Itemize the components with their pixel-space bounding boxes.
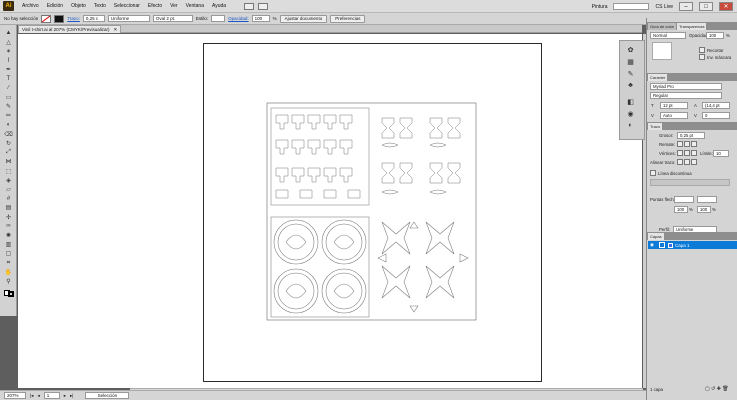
color-panel-icon[interactable]: ✿ (625, 45, 636, 54)
transparency-tabs: Guía de color Transparencia (647, 22, 737, 30)
transparency-opacity-field[interactable]: 100 (706, 32, 724, 39)
dash-fields[interactable] (650, 179, 730, 186)
stroke-weight-label: Grosor: (659, 133, 674, 138)
layers-panel-icon[interactable]: ◐ (625, 121, 636, 130)
align-outside-button[interactable] (691, 159, 697, 165)
font-size-icon: T (651, 103, 654, 108)
layer-color-swatch (668, 242, 673, 248)
release-checkbox[interactable] (699, 47, 705, 53)
miter-join-button[interactable] (677, 150, 683, 156)
ring-pattern[interactable] (270, 216, 370, 318)
first-artboard-icon[interactable]: |◂ (30, 393, 33, 399)
leading-field[interactable]: (14,4 pt (702, 102, 730, 109)
panel-icon-strip: ✿ ▦ ✎ ♣ ◧ ◉ ◐ (619, 40, 645, 140)
tab-character[interactable]: Carácter (648, 74, 668, 81)
cross-pattern[interactable] (377, 221, 469, 313)
limit-field[interactable]: 10 (713, 150, 729, 157)
arrow-scale-start-unit: % (689, 207, 693, 212)
tab-color-guide[interactable]: Guía de color (648, 23, 677, 30)
release-label: Recortar (707, 48, 724, 53)
layer-name[interactable]: Capa 1 (675, 243, 690, 248)
lock-toggle[interactable] (659, 242, 665, 248)
kerning-field[interactable]: Auto (660, 112, 688, 119)
arrow-start-select[interactable] (674, 196, 694, 203)
layer-row[interactable]: ◉ Capa 1 (648, 241, 737, 249)
align-center-button[interactable] (677, 159, 683, 165)
font-style-select[interactable]: Regular (650, 92, 722, 99)
character-tabs: Carácter (647, 73, 737, 81)
tracking-field[interactable]: 0 (702, 112, 730, 119)
current-tool-display[interactable]: Selección (85, 392, 130, 399)
arrow-scale-end-unit: % (712, 207, 716, 212)
round-cap-button[interactable] (684, 141, 690, 147)
font-family-select[interactable]: Myriad Pro (650, 83, 722, 90)
arrow-end-select[interactable] (697, 196, 717, 203)
graphic-styles-panel-icon[interactable]: ◧ (625, 97, 636, 106)
leading-icon: A (694, 103, 697, 108)
next-artboard-icon[interactable]: ▸ (64, 393, 66, 399)
layer-count-label: 1 capa (650, 387, 663, 392)
swatches-panel-icon[interactable]: ▦ (625, 57, 636, 66)
align-stroke-label: Alinear trazo: (650, 160, 676, 165)
right-panel-dock: Guía de color Transparencia Normal Opaci… (646, 18, 737, 400)
arrow-scale-end-field[interactable]: 100 (697, 206, 711, 213)
status-bar: 207% |◂ ◂ 1 ▸ ▸| Selección (0, 390, 646, 400)
transparency-opacity-unit: % (726, 33, 730, 38)
tab-stroke[interactable]: Trazo (648, 123, 663, 130)
dashed-line-checkbox[interactable] (650, 170, 656, 176)
cap-label: Remate: (659, 142, 676, 147)
layer-actions-icons[interactable]: ▢ ↺ ✚ 🗑 (705, 386, 729, 392)
blend-mode-select[interactable]: Normal (650, 32, 686, 39)
appearance-panel-icon[interactable]: ◉ (625, 109, 636, 118)
butt-cap-button[interactable] (677, 141, 683, 147)
opacity-mask-thumbnail[interactable] (652, 42, 672, 60)
bevel-join-button[interactable] (691, 150, 697, 156)
zoom-field[interactable]: 207% (4, 392, 26, 399)
block-pattern[interactable] (270, 107, 370, 206)
clover-pattern[interactable] (381, 117, 461, 195)
tab-transparency[interactable]: Transparencia (677, 23, 707, 30)
artboard-number-field[interactable]: 1 (43, 392, 60, 399)
tracking-icon: V (694, 113, 697, 118)
align-inside-button[interactable] (684, 159, 690, 165)
layers-tabs: Capas (647, 232, 737, 240)
kerning-icon: V (651, 113, 654, 118)
tab-layers[interactable]: Capas (648, 233, 664, 240)
invert-mask-label: Inv. máscara (707, 55, 732, 60)
visibility-eye-icon[interactable]: ◉ (648, 242, 656, 248)
prev-artboard-icon[interactable]: ◂ (37, 393, 39, 399)
design-frame[interactable] (266, 102, 477, 321)
dashed-line-label: Línea discontinua (658, 171, 692, 176)
projecting-cap-button[interactable] (691, 141, 697, 147)
symbols-panel-icon[interactable]: ♣ (625, 81, 636, 90)
corner-label: Vértices: (659, 151, 676, 156)
invert-mask-checkbox[interactable] (699, 54, 705, 60)
stroke-tabs: Trazo (647, 122, 737, 130)
arrow-scale-start-field[interactable]: 100 (674, 206, 688, 213)
font-size-field[interactable]: 12 pt (660, 102, 688, 109)
last-artboard-icon[interactable]: ▸| (70, 393, 73, 399)
limit-label: Límite: (700, 151, 713, 156)
stroke-weight-panel-field[interactable]: 0,25 pt (677, 132, 705, 139)
brushes-panel-icon[interactable]: ✎ (625, 69, 636, 78)
round-join-button[interactable] (684, 150, 690, 156)
